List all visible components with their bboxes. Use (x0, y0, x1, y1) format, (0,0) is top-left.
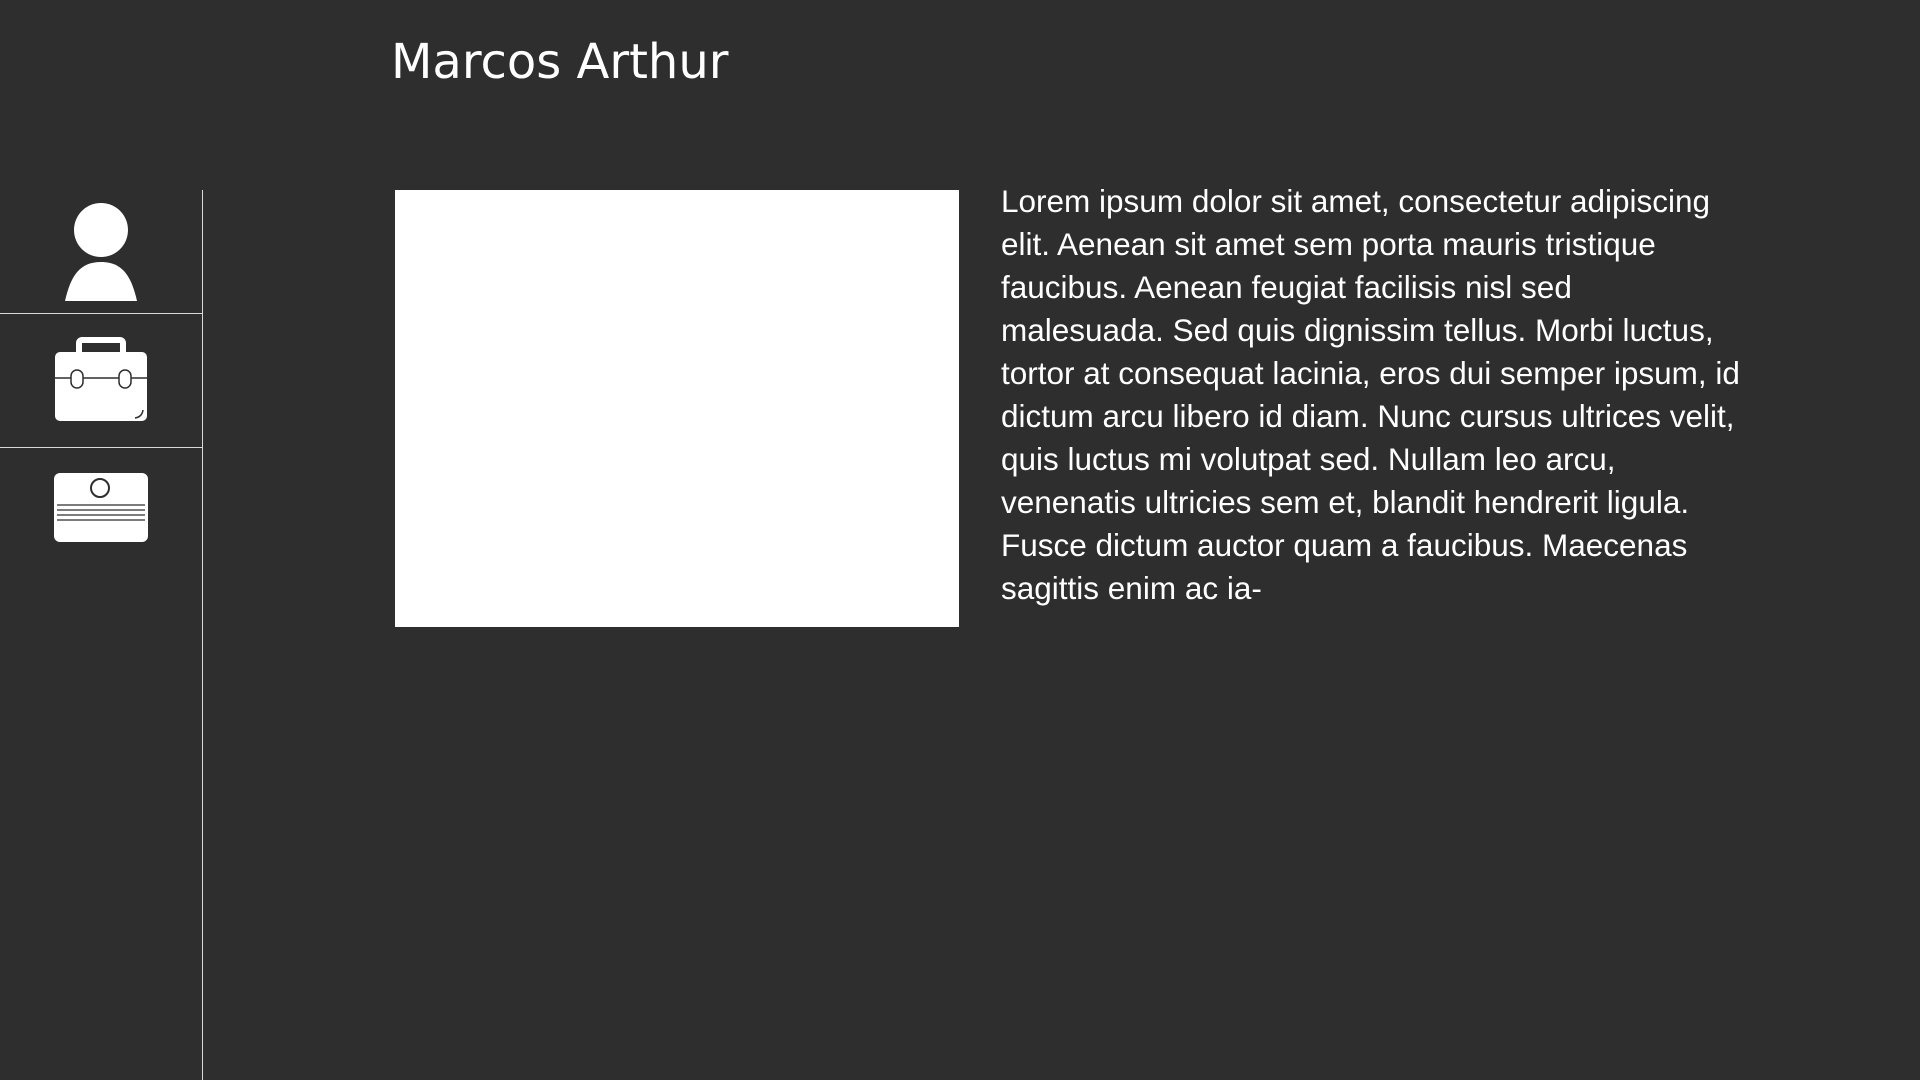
sidebar-item-work[interactable] (0, 314, 202, 448)
sidebar (0, 190, 203, 1080)
id-card-icon (53, 472, 149, 544)
sidebar-item-profile[interactable] (0, 190, 202, 314)
page-title: Marcos Arthur (391, 34, 729, 90)
profile-image-placeholder (395, 190, 959, 627)
user-icon (51, 202, 151, 302)
briefcase-icon (51, 336, 151, 426)
bio-text: Lorem ipsum dolor sit amet, consectetur … (1001, 183, 1740, 606)
page: Marcos Arthur Lorem ipsum dolor sit amet… (0, 0, 1920, 1080)
sidebar-item-contact[interactable] (0, 448, 202, 558)
